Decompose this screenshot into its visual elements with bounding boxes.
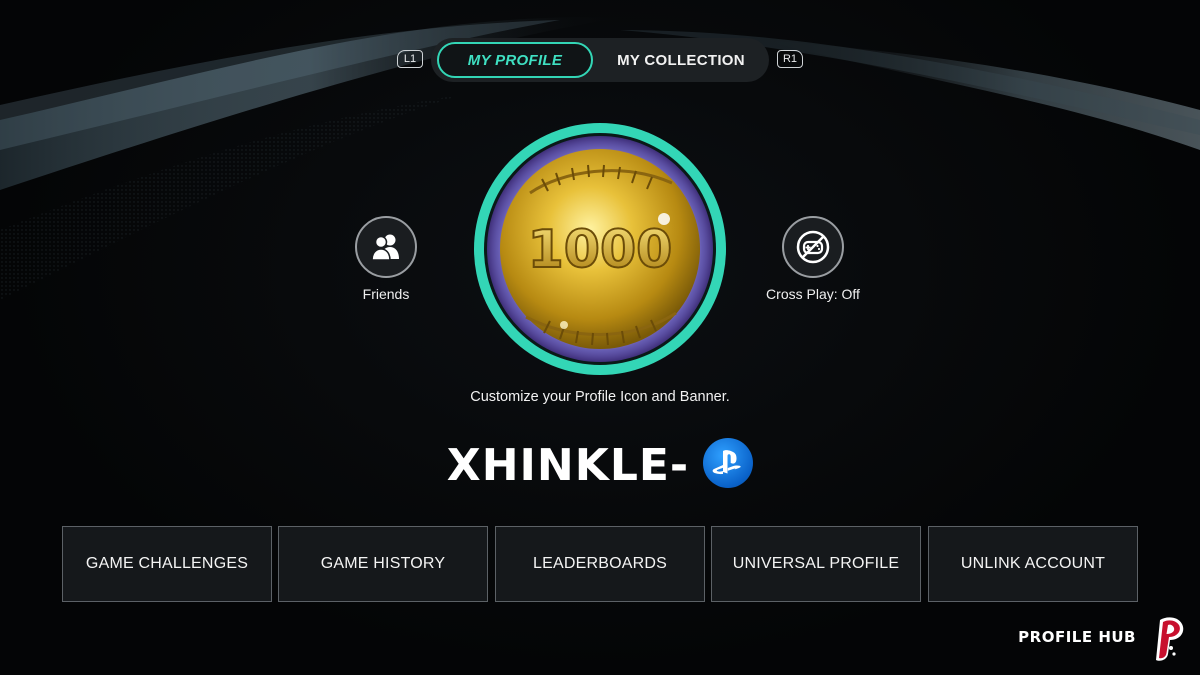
profile-tabs: L1 MY PROFILE MY COLLECTION R1: [395, 38, 805, 82]
profile-icon-badge[interactable]: 1000: [472, 121, 728, 377]
badge-number: 1000: [528, 220, 673, 280]
l1-bumper-icon[interactable]: L1: [397, 50, 423, 68]
unlink-account-button[interactable]: UNLINK ACCOUNT: [928, 526, 1138, 602]
profile-menu: GAME CHALLENGES GAME HISTORY LEADERBOARD…: [62, 526, 1138, 602]
page-title: PROFILE HUB: [1018, 628, 1136, 646]
cross-play-label: Cross Play: Off: [766, 286, 860, 302]
cross-play-off-icon: [796, 230, 830, 264]
username-row: XHINKLE-: [0, 437, 1200, 491]
friends-icon: [371, 234, 399, 261]
playstation-icon: [703, 437, 754, 488]
r1-bumper-icon[interactable]: R1: [777, 50, 803, 68]
friends-label: Friends: [362, 286, 410, 302]
username: XHINKLE-: [446, 440, 690, 491]
cross-play-button[interactable]: [782, 216, 844, 278]
game-challenges-button[interactable]: GAME CHALLENGES: [62, 526, 272, 602]
team-logo: [1156, 617, 1184, 661]
tab-bar: MY PROFILE MY COLLECTION: [431, 38, 769, 82]
leaderboards-button[interactable]: LEADERBOARDS: [495, 526, 705, 602]
game-history-button[interactable]: GAME HISTORY: [278, 526, 488, 602]
profile-hub-screen: L1 MY PROFILE MY COLLECTION R1 Friends C…: [0, 0, 1200, 675]
tab-my-collection[interactable]: MY COLLECTION: [601, 42, 761, 78]
friends-button[interactable]: [355, 216, 417, 278]
customize-hint: Customize your Profile Icon and Banner.: [470, 389, 730, 405]
universal-profile-button[interactable]: UNIVERSAL PROFILE: [711, 526, 921, 602]
tab-my-profile[interactable]: MY PROFILE: [437, 42, 593, 78]
